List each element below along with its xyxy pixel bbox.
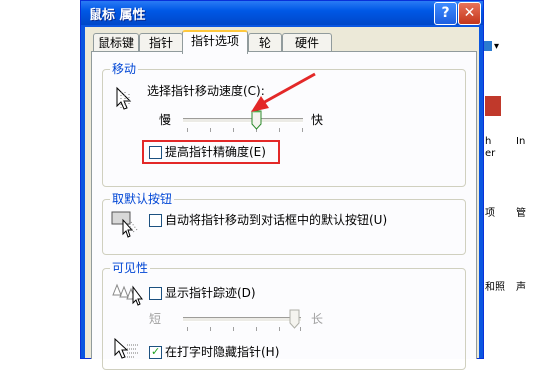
close-button[interactable]: ✕ (458, 2, 481, 25)
pointer-trails-slider-thumb[interactable] (289, 309, 300, 329)
short-label: 短 (149, 312, 162, 326)
visibility-group: 可见性 显示指针踪迹(D) 短 长 ✓ 在打字时隐藏指针(H) (102, 261, 466, 370)
hide-while-typing-checkbox[interactable]: ✓ (149, 345, 162, 359)
speed-tick-6 (302, 128, 303, 132)
background-red-icon (485, 96, 501, 116)
speed-tick-2 (210, 128, 211, 132)
pointer-speed-icon (116, 86, 132, 110)
background-item-5: 管 (516, 208, 526, 219)
background-item-2: er (485, 148, 496, 159)
tab-pointer-options[interactable]: 指针选项 (182, 30, 248, 54)
background-item-7: 声 (516, 282, 526, 293)
motion-group-title: 移动 (110, 62, 139, 76)
trail-tick-2 (210, 327, 211, 331)
trail-tick-3 (233, 327, 234, 331)
snap-to-icon (111, 211, 138, 238)
snap-to-group: 取默认按钮 自动将指针移动到对话框中的默认按钮(U) (102, 192, 466, 255)
speed-tick-5 (279, 128, 280, 132)
tab-hardware[interactable]: 硬件 (282, 33, 332, 52)
tab-buttons[interactable]: 鼠标键 (93, 33, 139, 52)
snap-to-default-checkbox[interactable] (149, 214, 162, 227)
pointer-trails-label[interactable]: 显示指针踪迹(D) (165, 286, 256, 300)
annotation-arrow-icon (251, 72, 316, 112)
speed-tick-1 (187, 128, 188, 132)
background-item-1: h (485, 136, 492, 147)
background-item-3: In (516, 136, 526, 147)
background-left-strip (0, 0, 82, 357)
background-item-4: 项 (485, 208, 495, 219)
background-item-6: 和照 (485, 282, 505, 293)
long-label: 长 (311, 312, 324, 326)
tab-pointers[interactable]: 指针 (139, 33, 183, 52)
slow-label: 慢 (159, 113, 172, 127)
pointer-trails-icon (112, 283, 143, 306)
mouse-properties-dialog: 鼠标 属性 ? ✕ 鼠标键 指针 指针选项 轮 硬件 移动 选择指针移动速度(C… (80, 0, 484, 370)
title-bar[interactable]: 鼠标 属性 ? ✕ (81, 1, 483, 25)
help-button[interactable]: ? (434, 2, 457, 25)
trail-tick-4 (256, 327, 257, 331)
pointer-options-panel: 移动 选择指针移动速度(C): 慢 快 提高指针精确度(E) 取默认按钮 自动将… (91, 51, 477, 370)
snap-to-group-title: 取默认按钮 (110, 192, 175, 206)
pointer-speed-track (183, 118, 303, 123)
snap-to-default-label[interactable]: 自动将指针移动到对话框中的默认按钮(U) (165, 213, 387, 227)
annotation-highlight-box (142, 140, 280, 164)
dialog-title: 鼠标 属性 (89, 8, 146, 23)
background-view-dropdown[interactable]: ▾ (484, 38, 504, 56)
motion-group: 移动 选择指针移动速度(C): 慢 快 提高指针精确度(E) (102, 62, 466, 187)
hide-while-typing-icon (114, 337, 139, 359)
trail-tick-1 (187, 327, 188, 331)
pointer-trails-checkbox[interactable] (149, 287, 162, 300)
pointer-trails-track (183, 317, 301, 322)
dialog-client-area: 鼠标键 指针 指针选项 轮 硬件 移动 选择指针移动速度(C): 慢 快 提高指… (85, 27, 479, 370)
speed-tick-3 (233, 128, 234, 132)
visibility-group-title: 可见性 (110, 261, 151, 275)
tab-wheel[interactable]: 轮 (248, 33, 282, 52)
trail-tick-5 (279, 327, 280, 331)
